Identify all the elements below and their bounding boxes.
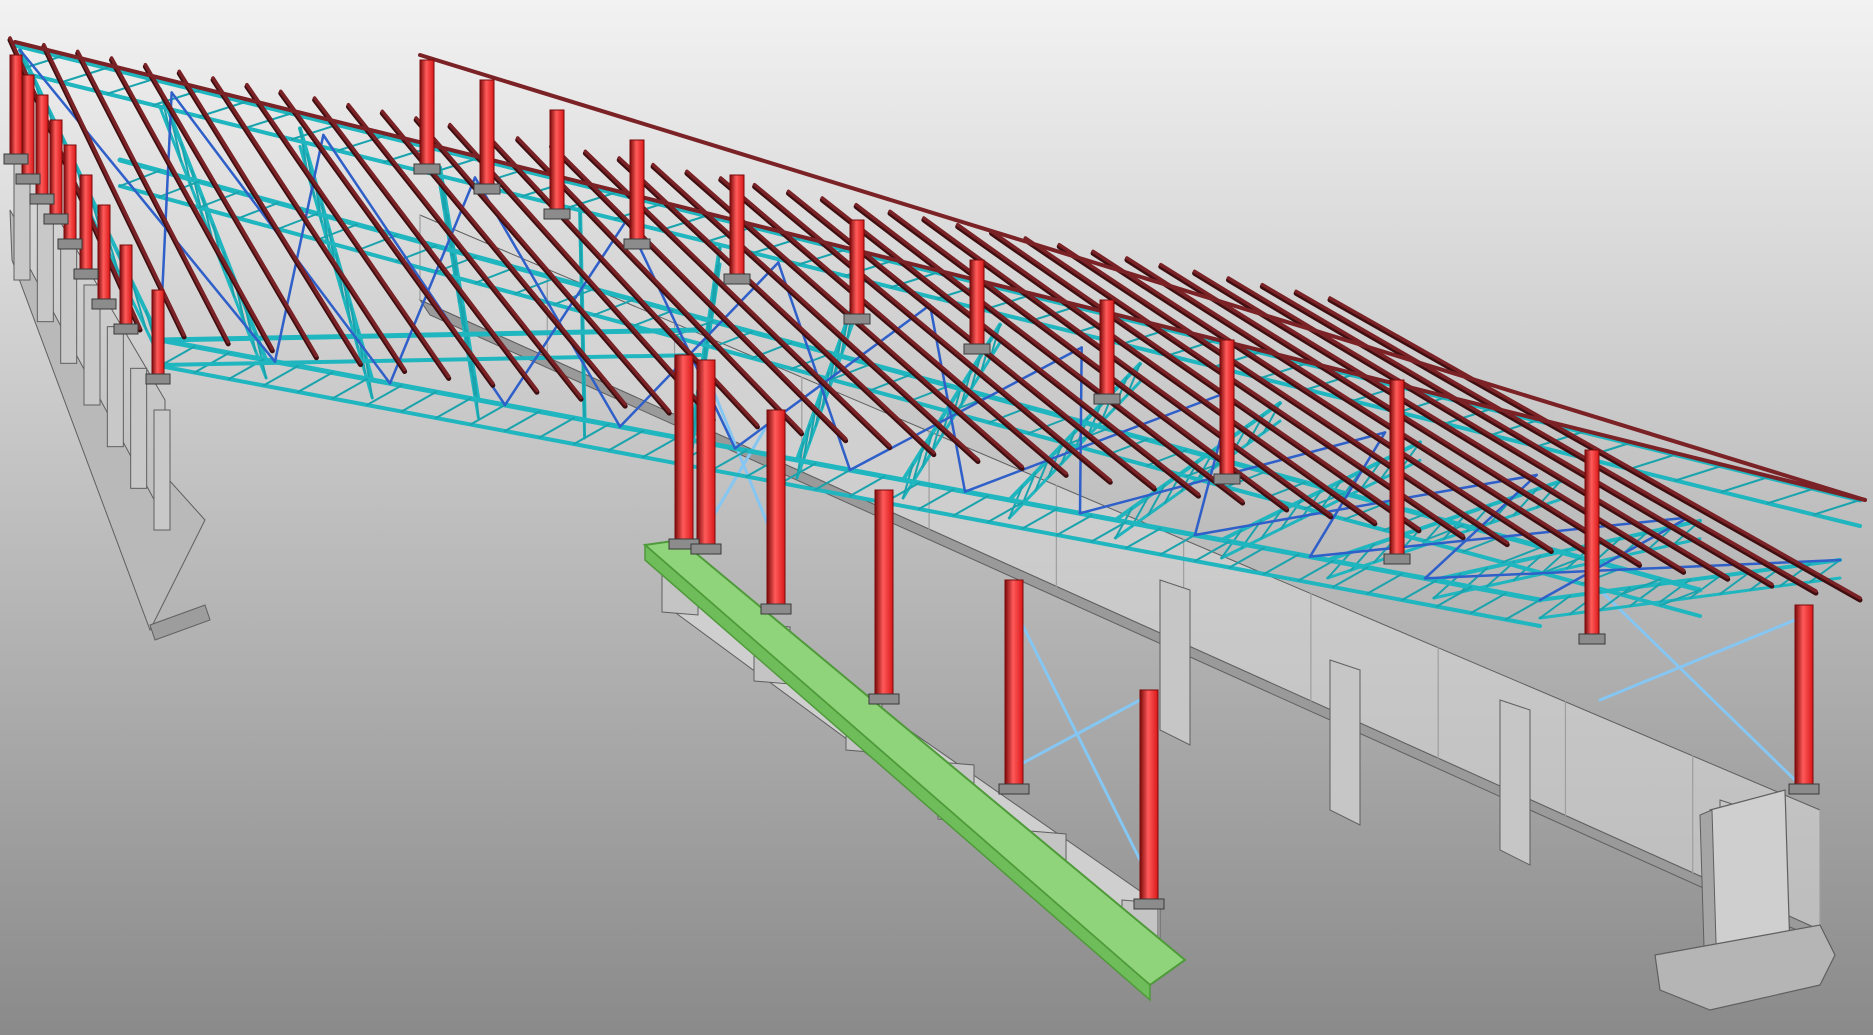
base-plate	[690, 543, 722, 555]
base-plate	[473, 183, 501, 195]
base-plate	[623, 238, 651, 250]
back-column	[849, 219, 865, 321]
back-column	[151, 289, 165, 381]
left-wall-pier	[106, 326, 124, 448]
base-plate	[145, 373, 171, 385]
base-plate	[760, 603, 792, 615]
front-column	[674, 354, 694, 546]
base-plate	[843, 313, 871, 325]
back-wall-pier	[1499, 699, 1531, 866]
base-plate	[1383, 553, 1411, 565]
back-column	[419, 59, 435, 171]
back-column	[1099, 299, 1115, 401]
back-column	[79, 174, 93, 276]
left-wall-pier	[130, 367, 148, 489]
back-column	[729, 174, 745, 281]
front-column	[696, 359, 716, 551]
left-wall-pier	[153, 409, 171, 531]
base-plate	[73, 268, 99, 280]
3d-model-viewport[interactable]	[0, 0, 1873, 1035]
base-plate	[113, 323, 139, 335]
base-plate	[1093, 393, 1121, 405]
back-column	[49, 119, 63, 221]
base-plate	[1578, 633, 1606, 645]
front-column	[1139, 689, 1159, 906]
front-column	[1794, 604, 1814, 791]
base-plate	[3, 153, 29, 165]
front-column	[766, 409, 786, 611]
base-plate	[543, 208, 571, 220]
base-plate	[43, 213, 69, 225]
base-plate	[868, 693, 900, 705]
back-column	[97, 204, 111, 306]
base-plate	[15, 173, 41, 185]
front-column	[874, 489, 894, 701]
back-column	[549, 109, 565, 216]
back-column	[119, 244, 133, 331]
back-column	[629, 139, 645, 246]
base-plate	[1788, 783, 1820, 795]
base-plate	[1133, 898, 1165, 910]
back-column	[479, 79, 495, 191]
base-plate	[413, 163, 441, 175]
back-wall-pier	[1159, 579, 1191, 746]
back-column	[1219, 339, 1235, 481]
front-column	[1004, 579, 1024, 791]
back-column	[9, 54, 23, 161]
back-column	[1389, 379, 1405, 561]
base-plate	[29, 193, 55, 205]
base-plate	[963, 343, 991, 355]
base-plate	[998, 783, 1030, 795]
back-column	[1584, 449, 1600, 641]
left-wall-pier	[60, 242, 78, 364]
steel-structure-scene[interactable]	[0, 0, 1873, 1035]
back-column	[969, 259, 985, 351]
base-plate	[1213, 473, 1241, 485]
base-plate	[91, 298, 117, 310]
back-wall-pier	[1329, 659, 1361, 826]
base-plate	[723, 273, 751, 285]
back-column	[63, 144, 77, 246]
base-plate	[57, 238, 83, 250]
